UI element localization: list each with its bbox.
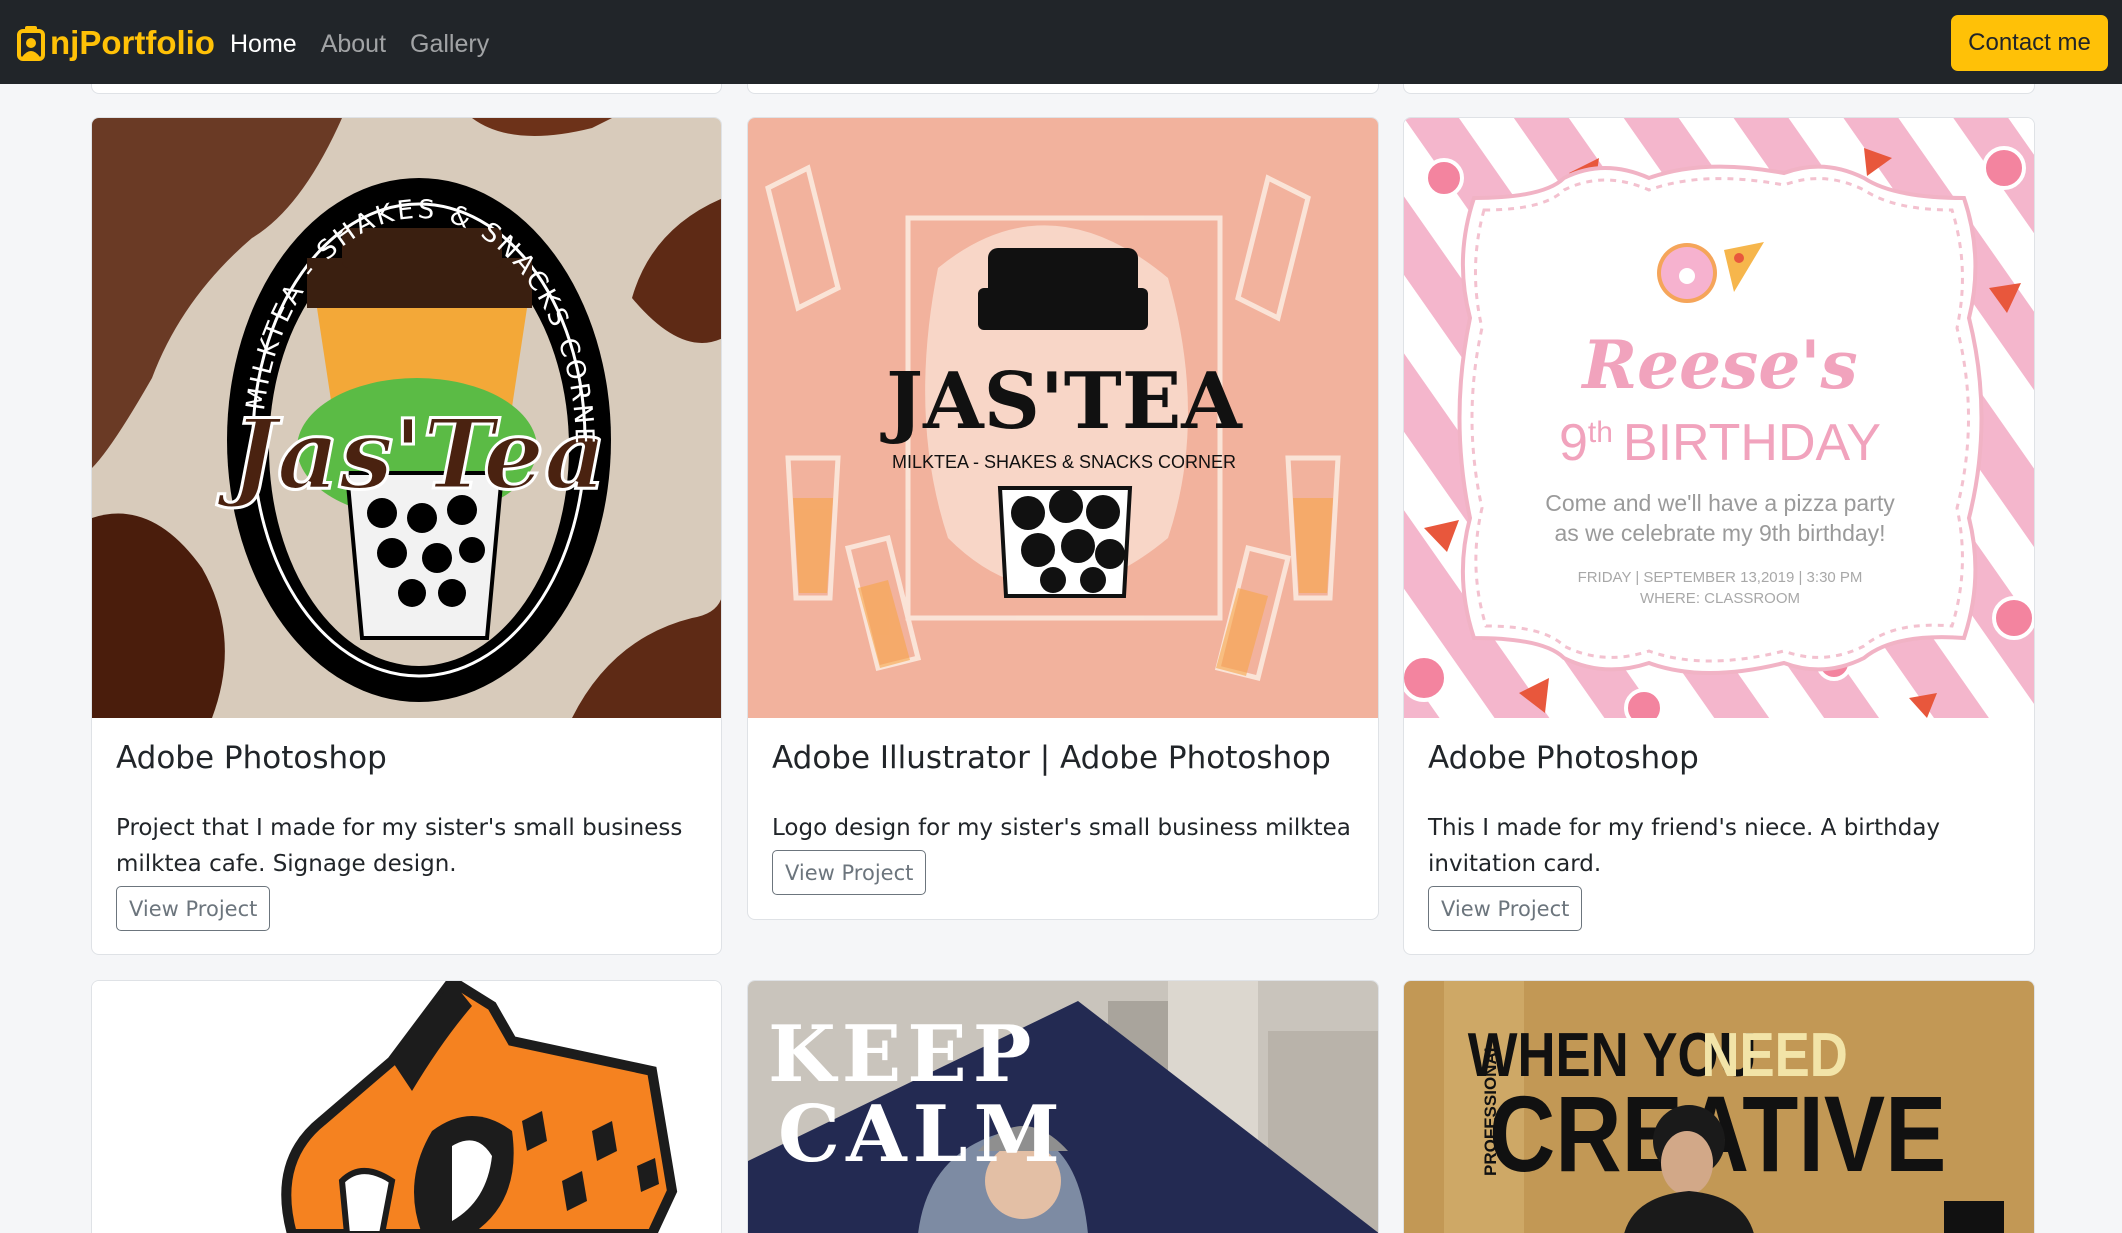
project-card: KEEP CALM — [747, 980, 1379, 1233]
card-image-creative-poster[interactable]: WHEN YOU NEED CREATIVE PROFESSIONAL — [1404, 981, 2034, 1233]
portfolio-icon — [17, 26, 45, 61]
view-project-button[interactable]: View Project — [116, 886, 271, 931]
card-image-snack-logo[interactable] — [92, 981, 721, 1233]
card-image-keep-calm[interactable]: KEEP CALM — [748, 981, 1378, 1233]
brand-link[interactable]: njPortfolio — [16, 20, 215, 66]
nav-home[interactable]: Home — [230, 24, 297, 64]
project-card: WHEN YOU NEED CREATIVE PROFESSIONAL — [1403, 980, 2035, 1233]
invite-details-2: WHERE: CLASSROOM — [1640, 590, 1800, 607]
nav-about[interactable]: About — [321, 24, 386, 64]
card-title: Adobe Photoshop — [1428, 740, 1699, 776]
invite-heading-word: BIRTHDAY — [1623, 414, 1881, 472]
card-image-jastea-logo[interactable]: JAS'TEA MILKTEA - SHAKES & SNACKS CORNER — [748, 118, 1378, 718]
contact-button[interactable]: Contact me — [1951, 15, 2108, 71]
card-text: This I made for my friend's niece. A bir… — [1428, 815, 1941, 877]
card-image-jastea-signage[interactable]: Jas'Tea MILKTEA - SHAKES & SNACKS CORNER — [92, 118, 721, 718]
project-card — [91, 980, 722, 1233]
jastea-script-logo: Jas'Tea — [216, 398, 607, 511]
card-title: Adobe Illustrator | Adobe Photoshop — [772, 740, 1331, 776]
keep-text: KEEP — [768, 1009, 1037, 1100]
brand-text: njPortfolio — [50, 24, 215, 61]
invite-ordinal-num: 9 — [1559, 414, 1588, 472]
professional-text: PROFESSIONAL — [1481, 1042, 1500, 1176]
navbar: njPortfolio Home About Gallery Contact m… — [0, 0, 2122, 84]
jastea-logo-subtitle: MILKTEA - SHAKES & SNACKS CORNER — [892, 452, 1236, 472]
view-project-button[interactable]: View Project — [1428, 886, 1583, 931]
project-card: Jas'Tea MILKTEA - SHAKES & SNACKS CORNER… — [91, 117, 722, 955]
invite-line-1: Come and we'll have a pizza party — [1545, 490, 1895, 516]
project-card: JAS'TEA MILKTEA - SHAKES & SNACKS CORNER… — [747, 117, 1379, 920]
card-image-birthday-invite[interactable]: Reese's 9th BIRTHDAY Come and we'll have … — [1404, 118, 2034, 718]
nav-links: Home About Gallery — [230, 24, 513, 64]
invite-ordinal-suffix: th — [1588, 416, 1613, 449]
calm-text: CALM — [778, 1089, 1066, 1180]
invite-details-1: FRIDAY | SEPTEMBER 13,2019 | 3:30 PM — [1578, 569, 1863, 586]
card-text: Project that I made for my sister's smal… — [116, 815, 683, 877]
jastea-logo-text: JAS'TEA — [880, 356, 1243, 447]
card-edge — [1403, 84, 2035, 94]
project-card: Reese's 9th BIRTHDAY Come and we'll have … — [1403, 117, 2035, 955]
card-title: Adobe Photoshop — [116, 740, 387, 776]
invite-name: Reese's — [1580, 326, 1857, 404]
invite-line-2: as we celebrate my 9th birthday! — [1554, 520, 1885, 546]
card-edge — [747, 84, 1379, 94]
view-project-button[interactable]: View Project — [772, 850, 927, 895]
card-edge — [91, 84, 722, 94]
nav-gallery[interactable]: Gallery — [410, 24, 489, 64]
